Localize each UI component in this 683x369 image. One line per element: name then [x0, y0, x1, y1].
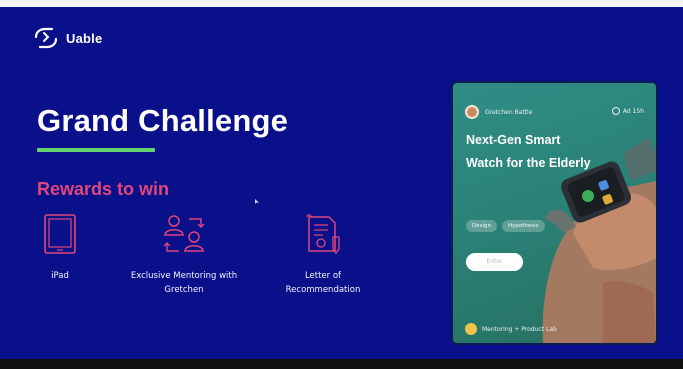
reward-label-line1: Exclusive Mentoring with: [130, 271, 238, 281]
clock-icon: [611, 107, 620, 115]
mentoring-badge-icon: [465, 323, 477, 335]
mentoring-icon: [163, 215, 205, 252]
uable-logo-icon: [34, 27, 58, 49]
reward-mentoring: Exclusive Mentoring with Gretchen: [114, 213, 254, 297]
page-title: Grand Challenge: [37, 103, 289, 138]
top-border: [0, 0, 683, 7]
challenge-card[interactable]: Gretchen Battle Ad 15h Next-Gen Smart Wa…: [451, 81, 658, 345]
footer-text: Mentoring + Product Lab: [482, 325, 557, 333]
reward-letter: Letter of Recommendation: [268, 213, 378, 297]
card-tags: Design Hypothesis: [466, 220, 545, 232]
reward-ipad: iPad: [30, 213, 90, 283]
author-name: Gretchen Battle: [485, 108, 533, 116]
enter-button[interactable]: Enter: [466, 253, 523, 271]
card-title-line2: Watch for the Elderly: [466, 156, 591, 170]
timer-text: Ad 15h: [622, 107, 644, 115]
tag-hypothesis[interactable]: Hypothesis: [502, 220, 545, 232]
card-title: Next-Gen Smart Watch for the Elderly: [466, 129, 641, 175]
card-timer: Ad 15h: [611, 107, 644, 115]
bottom-border: [0, 359, 683, 369]
letter-icon: [306, 214, 340, 255]
ipad-icon: [44, 214, 76, 254]
reward-label-line2: Gretchen: [164, 285, 204, 295]
rewards-heading: Rewards to win: [37, 179, 170, 199]
smartwatch-hand-image: [542, 138, 656, 343]
brand-name: Uable: [66, 30, 103, 46]
card-author: Gretchen Battle: [465, 105, 532, 119]
presentation-slide: Uable Grand Challenge Rewards to win iPa…: [0, 7, 683, 359]
avatar: [465, 105, 479, 119]
reward-label-line2: Recommendation: [285, 285, 361, 295]
card-footer: Mentoring + Product Lab: [465, 323, 557, 335]
mouse-cursor-icon: [255, 199, 259, 204]
reward-label-line1: Letter of: [304, 271, 342, 281]
brand-logo: Uable: [32, 27, 102, 49]
title-underline: [37, 148, 155, 152]
tag-design[interactable]: Design: [466, 220, 497, 232]
card-title-line1: Next-Gen Smart: [466, 133, 561, 147]
reward-label: iPad: [51, 271, 69, 281]
